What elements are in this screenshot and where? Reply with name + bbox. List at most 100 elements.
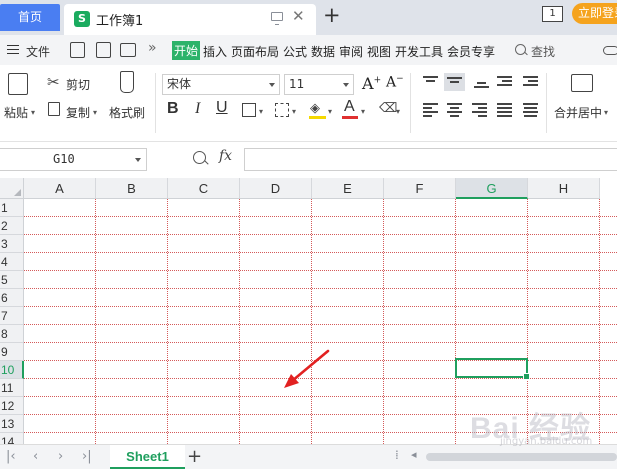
row-header-5[interactable]: 5 — [0, 271, 24, 289]
first-sheet-icon[interactable]: |‹ — [6, 449, 16, 464]
fill-color-dropdown-icon[interactable]: ▾ — [328, 107, 332, 116]
column-header-e[interactable]: E — [312, 178, 384, 199]
monitor-icon[interactable] — [271, 12, 283, 25]
zoom-magnifier-icon[interactable] — [193, 151, 206, 164]
row-header-11[interactable]: 11 — [0, 379, 24, 397]
tab-view[interactable]: 视图 — [367, 43, 391, 60]
align-center-icon[interactable] — [447, 103, 462, 119]
row-header-9[interactable]: 9 — [0, 343, 24, 361]
print-icon[interactable] — [120, 43, 136, 57]
tab-member[interactable]: 会员专享 — [447, 43, 495, 60]
align-middle-icon[interactable] — [444, 73, 465, 91]
font-name-select[interactable]: 宋体 — [162, 74, 280, 95]
copy-button[interactable]: 复制 — [66, 104, 90, 121]
tab-review[interactable]: 审阅 — [339, 43, 363, 60]
more-quick-access-icon[interactable]: » — [148, 40, 157, 56]
select-all-corner[interactable] — [0, 178, 24, 199]
paste-button[interactable]: 粘贴 — [4, 104, 28, 121]
row-header-12[interactable]: 12 — [0, 397, 24, 415]
window-count-badge[interactable]: 1 — [542, 6, 563, 22]
add-sheet-plus-icon[interactable]: + — [187, 446, 202, 467]
scroll-divider-icon[interactable]: ⁞ — [395, 448, 399, 462]
column-header-c[interactable]: C — [168, 178, 240, 199]
insert-function-button[interactable]: fx — [219, 148, 232, 164]
save-icon[interactable] — [70, 42, 85, 58]
border-icon[interactable] — [242, 103, 256, 117]
row-header-1[interactable]: 1 — [0, 199, 24, 217]
format-painter-icon[interactable] — [120, 71, 134, 93]
row-header-7[interactable]: 7 — [0, 307, 24, 325]
hamburger-menu-icon[interactable] — [7, 45, 19, 54]
copy-icon[interactable] — [48, 102, 60, 116]
indent-decrease-icon[interactable] — [497, 76, 512, 88]
row-header-13[interactable]: 13 — [0, 415, 24, 433]
tab-developer[interactable]: 开发工具 — [395, 43, 443, 60]
copy-dropdown-icon[interactable]: ▾ — [93, 108, 97, 117]
merge-center-button[interactable]: 合并居中 — [554, 104, 602, 121]
sheet-tab-sheet1[interactable]: Sheet1 — [110, 445, 185, 469]
justify-icon[interactable] — [497, 103, 512, 119]
font-size-select[interactable]: 11 — [284, 74, 354, 95]
search-label[interactable]: 查找 — [531, 43, 555, 60]
font-color-button[interactable]: A — [344, 98, 355, 116]
row-header-4[interactable]: 4 — [0, 253, 24, 271]
italic-button[interactable]: I — [195, 100, 200, 118]
row-header-14[interactable]: 14 — [0, 433, 24, 444]
grow-font-button[interactable]: A+ — [362, 74, 381, 93]
login-button[interactable]: 立即登录 — [572, 3, 617, 24]
tab-workbook[interactable]: S 工作簿1 ✕ — [64, 4, 316, 35]
align-right-icon[interactable] — [472, 103, 487, 119]
eraser-icon[interactable]: ⌫ — [379, 101, 397, 116]
special-format-dropdown-icon[interactable]: ▾ — [292, 107, 296, 116]
paste-clipboard-icon[interactable] — [8, 73, 28, 95]
special-format-icon[interactable] — [275, 103, 289, 117]
border-dropdown-icon[interactable]: ▾ — [259, 107, 263, 116]
indent-increase-icon[interactable] — [523, 76, 538, 88]
column-header-d[interactable]: D — [240, 178, 312, 199]
scissors-icon[interactable]: ✂ — [47, 73, 60, 91]
menu-file[interactable]: 文件 — [26, 43, 50, 60]
row-header-6[interactable]: 6 — [0, 289, 24, 307]
format-painter-button[interactable]: 格式刷 — [109, 104, 145, 121]
new-tab-plus-icon[interactable]: + — [323, 3, 341, 27]
column-header-f[interactable]: F — [384, 178, 456, 199]
search-icon[interactable] — [515, 44, 526, 55]
row-header-8[interactable]: 8 — [0, 325, 24, 343]
tab-home-ribbon[interactable]: 开始 — [172, 41, 201, 60]
column-header-b[interactable]: B — [96, 178, 168, 199]
fill-color-bucket-icon[interactable]: ◈ — [310, 101, 320, 116]
distributed-align-icon[interactable] — [523, 103, 538, 119]
row-header-3[interactable]: 3 — [0, 235, 24, 253]
export-pdf-icon[interactable] — [96, 42, 111, 58]
row-header-2[interactable]: 2 — [0, 217, 24, 235]
scroll-left-icon[interactable]: ◂ — [411, 448, 417, 461]
column-header-a[interactable]: A — [24, 178, 96, 199]
horizontal-scrollbar-thumb[interactable] — [426, 453, 617, 461]
row-header-10[interactable]: 10 — [0, 361, 24, 379]
tab-insert[interactable]: 插入 — [203, 43, 227, 60]
paste-dropdown-icon[interactable]: ▾ — [31, 108, 35, 117]
last-sheet-icon[interactable]: ›| — [82, 449, 92, 464]
tab-formulas[interactable]: 公式 — [283, 43, 307, 60]
align-left-icon[interactable] — [423, 103, 438, 119]
align-bottom-icon[interactable] — [474, 82, 489, 90]
shrink-font-button[interactable]: A− — [386, 74, 404, 91]
prev-sheet-icon[interactable]: ‹ — [33, 449, 38, 464]
align-top-icon[interactable] — [423, 76, 438, 84]
name-box[interactable]: G10 — [0, 148, 147, 171]
active-cell-g10[interactable] — [455, 358, 530, 380]
merge-dropdown-icon[interactable]: ▾ — [604, 108, 608, 117]
font-color-dropdown-icon[interactable]: ▾ — [361, 107, 365, 116]
formula-input[interactable] — [244, 148, 617, 171]
cut-button[interactable]: 剪切 — [66, 76, 90, 93]
underline-button[interactable]: U — [216, 99, 228, 117]
close-tab-icon[interactable]: ✕ — [292, 7, 305, 25]
next-sheet-icon[interactable]: › — [58, 449, 63, 464]
cloud-icon[interactable] — [603, 46, 617, 55]
tab-data[interactable]: 数据 — [311, 43, 335, 60]
column-header-h[interactable]: H — [528, 178, 600, 199]
tab-home[interactable]: 首页 — [0, 4, 60, 31]
clear-dropdown-icon[interactable]: ▾ — [396, 107, 400, 116]
column-header-g[interactable]: G — [456, 178, 528, 199]
tab-page-layout[interactable]: 页面布局 — [231, 43, 279, 60]
